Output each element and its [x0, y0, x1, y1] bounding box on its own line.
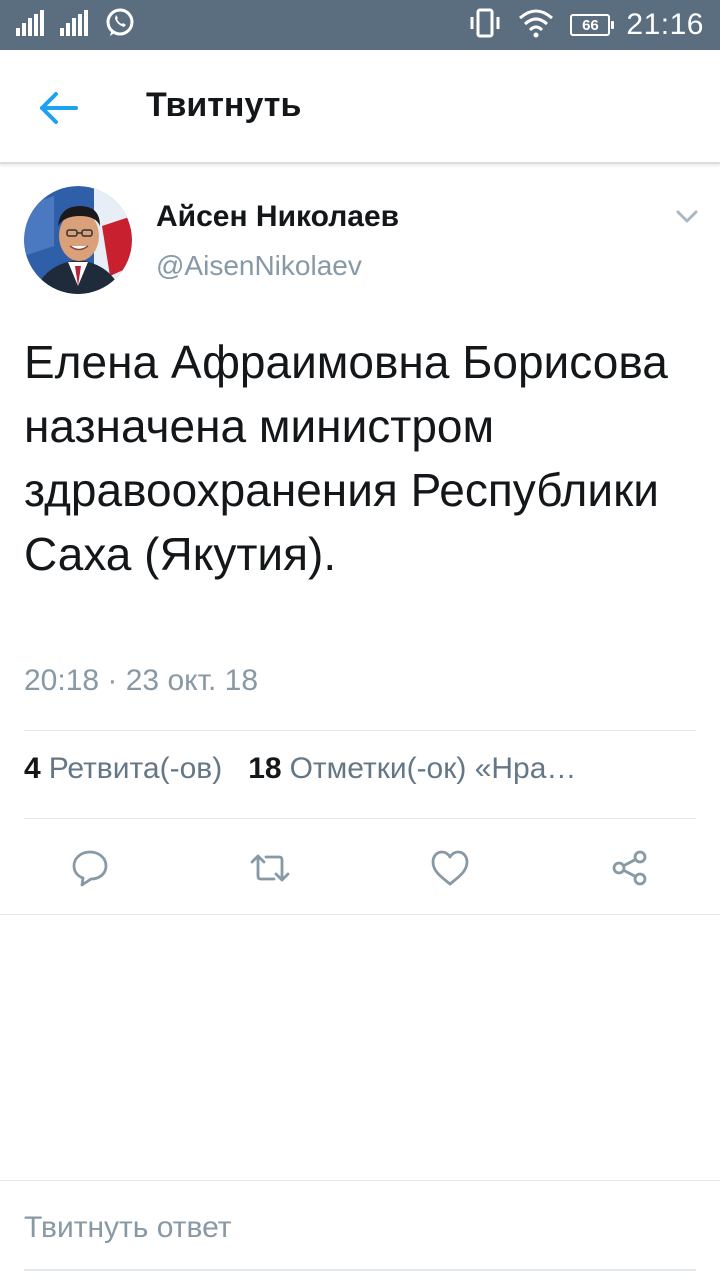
back-button[interactable]	[30, 82, 86, 138]
share-button[interactable]	[608, 848, 652, 892]
reply-input-underline	[24, 1269, 696, 1271]
tweet-timestamp: 20:18 · 23 окт. 18	[24, 664, 259, 697]
likes-count: 18	[248, 752, 282, 785]
tweet-text: Елена Афраимовна Борисова назначена мини…	[24, 336, 668, 580]
like-icon	[429, 848, 471, 893]
status-time: 21:16	[626, 8, 704, 41]
page-title: Твитнуть	[146, 86, 302, 124]
tweet-menu-button[interactable]	[672, 204, 702, 228]
status-bar-left	[16, 8, 136, 41]
tweet-stats: 4 Ретвита(-ов) 18 Отметки(-ок) «Нра…	[24, 752, 696, 786]
retweets-stat[interactable]: 4 Ретвита(-ов)	[24, 752, 222, 786]
reply-bar	[0, 1180, 720, 1281]
whatsapp-icon	[104, 7, 136, 44]
battery-icon: 66	[570, 14, 615, 36]
retweets-label: Ретвита(-ов)	[48, 752, 223, 785]
chevron-down-icon	[672, 210, 702, 232]
reply-input[interactable]	[24, 1211, 696, 1245]
share-icon	[610, 848, 650, 893]
like-button[interactable]	[428, 848, 472, 892]
reply-button[interactable]	[68, 848, 112, 892]
app-header: Твитнуть	[0, 50, 720, 164]
signal-icon	[60, 9, 94, 41]
reply-icon	[70, 848, 110, 893]
author-handle[interactable]: @AisenNikolaev	[156, 250, 362, 282]
retweet-button[interactable]	[248, 848, 292, 892]
signal-icon	[16, 9, 50, 41]
retweets-count: 4	[24, 752, 41, 785]
status-bar-right: 66 21:16	[468, 8, 704, 42]
arrow-left-icon	[38, 91, 78, 130]
retweet-icon	[248, 848, 292, 893]
avatar[interactable]	[24, 186, 132, 294]
author-name[interactable]: Айсен Николаев	[156, 200, 399, 234]
vibrate-icon	[468, 8, 502, 43]
likes-label: Отметки(-ок) «Нра…	[289, 752, 577, 785]
divider	[24, 730, 696, 731]
likes-stat[interactable]: 18 Отметки(-ок) «Нра…	[248, 752, 576, 786]
divider	[24, 818, 696, 819]
tweet-actions	[0, 840, 720, 900]
status-bar: 66 21:16	[0, 0, 720, 50]
wifi-icon	[518, 8, 554, 43]
divider	[0, 914, 720, 915]
